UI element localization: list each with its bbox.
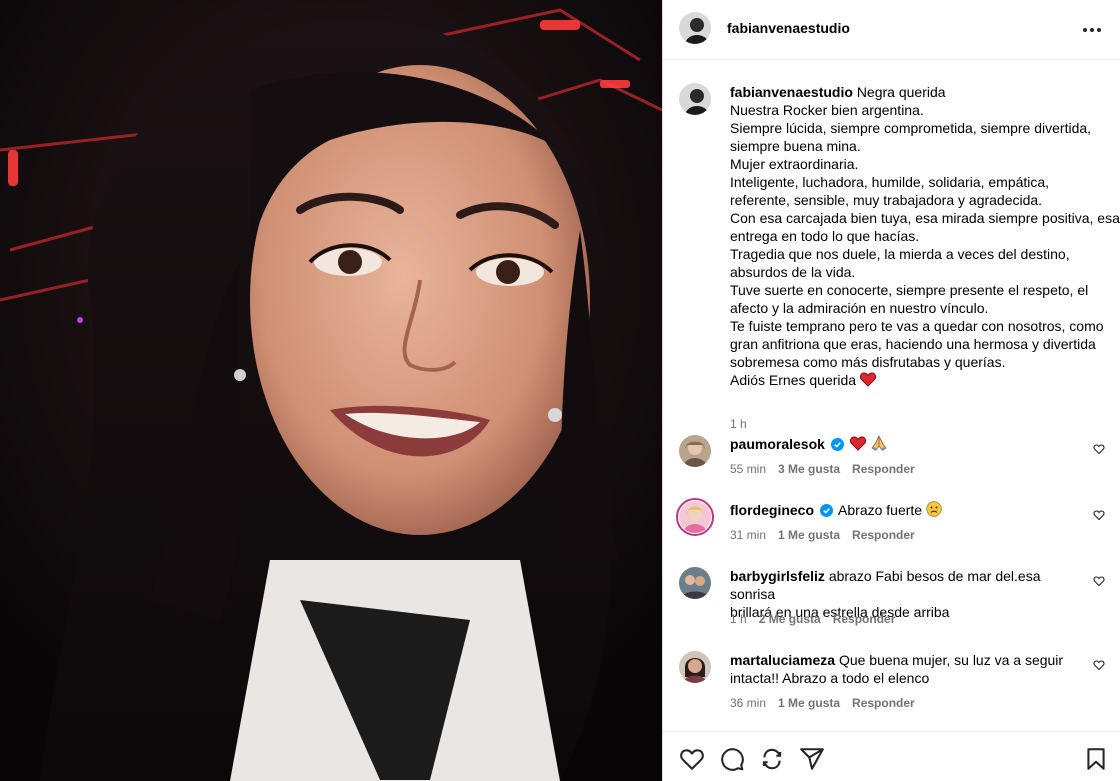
comment-likes[interactable]: 1 Me gusta [778,528,840,542]
reply-button[interactable]: Responder [852,696,915,710]
caption-line: Te fuiste temprano pero te vas a quedar … [730,318,1104,334]
comment-body: Abrazo fuerte [838,502,923,518]
comment-time[interactable]: 36 min [730,696,766,710]
comment-meta: 36 min 1 Me gusta Responder [730,696,915,710]
comment-text: flordegineco Abrazo fuerte [730,501,1085,519]
caption-line: Mujer extraordinaria. [730,156,859,172]
commenter-username[interactable]: flordegineco [730,502,814,518]
commenter-username[interactable]: barbygirlsfeliz [730,568,825,584]
red-heart-emoji [849,436,866,451]
commenter-avatar[interactable] [676,498,714,536]
post-header: fabianvenaestudio [663,0,1120,60]
comment-meta: 31 min 1 Me gusta Responder [730,528,915,542]
commenter-avatar[interactable] [679,567,711,599]
comment-time[interactable]: 31 min [730,528,766,542]
instagram-post-view: fabianvenaestudio fabianvenaestudio Negr… [0,0,1120,781]
caption-line: referente, sensible, muy trabajadora y a… [730,192,1043,208]
share-icon[interactable] [799,746,825,772]
caption-text: fabianvenaestudio Negra querida Nuestra … [730,83,1120,389]
verified-badge-icon [819,504,833,517]
caption-username[interactable]: fabianvenaestudio [730,84,853,100]
caption-line: Nuestra Rocker bien argentina. [730,102,924,118]
folded-hands-emoji [871,435,887,451]
comment-meta: 55 min 3 Me gusta Responder [730,462,915,476]
comment-time[interactable]: 55 min [730,462,766,476]
red-heart-emoji [859,372,876,387]
comment-icon[interactable] [719,746,745,772]
comments-list[interactable]: fabianvenaestudio Negra querida Nuestra … [663,61,1120,731]
caption-line: Negra querida [856,84,946,100]
post-action-bar [663,731,1120,781]
comment-time[interactable]: 1 h [730,612,747,626]
caption-line: Tuve suerte en conocerte, siempre presen… [730,282,1089,298]
comment-body: intacta!! Abrazo a todo el elenco [730,670,930,686]
commenter-username[interactable]: paumoralesok [730,436,825,452]
comment-likes[interactable]: 2 Me gusta [759,612,821,626]
caption-author-avatar[interactable] [679,83,711,115]
caption-line: Con esa carcajada bien tuya, esa mirada … [730,210,1120,226]
verified-badge-icon [830,438,844,451]
post-photo[interactable] [0,0,662,781]
reply-button[interactable]: Responder [852,528,915,542]
comment-like-icon[interactable] [1093,575,1105,587]
comment-text: martaluciameza Que buena mujer, su luz v… [730,651,1085,687]
caption-timestamp[interactable]: 1 h [730,417,747,431]
comment-text: paumoralesok [730,435,1085,453]
comment-meta: 1 h 2 Me gusta Responder [730,612,895,626]
reply-button[interactable]: Responder [852,462,915,476]
caption-line: Adiós Ernes querida [730,372,857,388]
commenter-avatar[interactable] [679,435,711,467]
comment-like-icon[interactable] [1093,659,1105,671]
save-icon[interactable] [1083,746,1109,772]
more-options-icon[interactable] [1080,18,1104,42]
comment-like-icon[interactable] [1093,443,1105,455]
sad-face-emoji [926,501,942,517]
caption-line: afecto y la admiración en nuestro víncul… [730,300,989,316]
comment-likes[interactable]: 1 Me gusta [778,696,840,710]
post-details-panel: fabianvenaestudio fabianvenaestudio Negr… [662,0,1120,781]
like-icon[interactable] [679,746,705,772]
commenter-avatar[interactable] [679,651,711,683]
commenter-username[interactable]: martaluciameza [730,652,835,668]
reply-button[interactable]: Responder [833,612,896,626]
portrait-photo [0,0,662,781]
caption-line: gran anfitriona que eras, haciendo una h… [730,336,1096,352]
caption-line: absurdos de la vida. [730,264,856,280]
caption-line: sobremesa como más disfrutabas y querías… [730,354,1006,370]
author-avatar[interactable] [679,12,711,44]
caption-line: Tragedia que nos duele, la mierda a vece… [730,246,1070,262]
comment-body: Que buena mujer, su luz va a seguir [838,652,1064,668]
caption-line: Inteligente, luchadora, humilde, solidar… [730,174,1050,190]
caption-line: siempre buena mina. [730,138,861,154]
comment-like-icon[interactable] [1093,509,1105,521]
caption-line: Siempre lúcida, siempre comprometida, si… [730,120,1092,136]
repost-icon[interactable] [759,746,785,772]
author-username[interactable]: fabianvenaestudio [727,20,850,36]
caption-line: entrega en todo lo que hacías. [730,228,920,244]
comment-likes[interactable]: 3 Me gusta [778,462,840,476]
